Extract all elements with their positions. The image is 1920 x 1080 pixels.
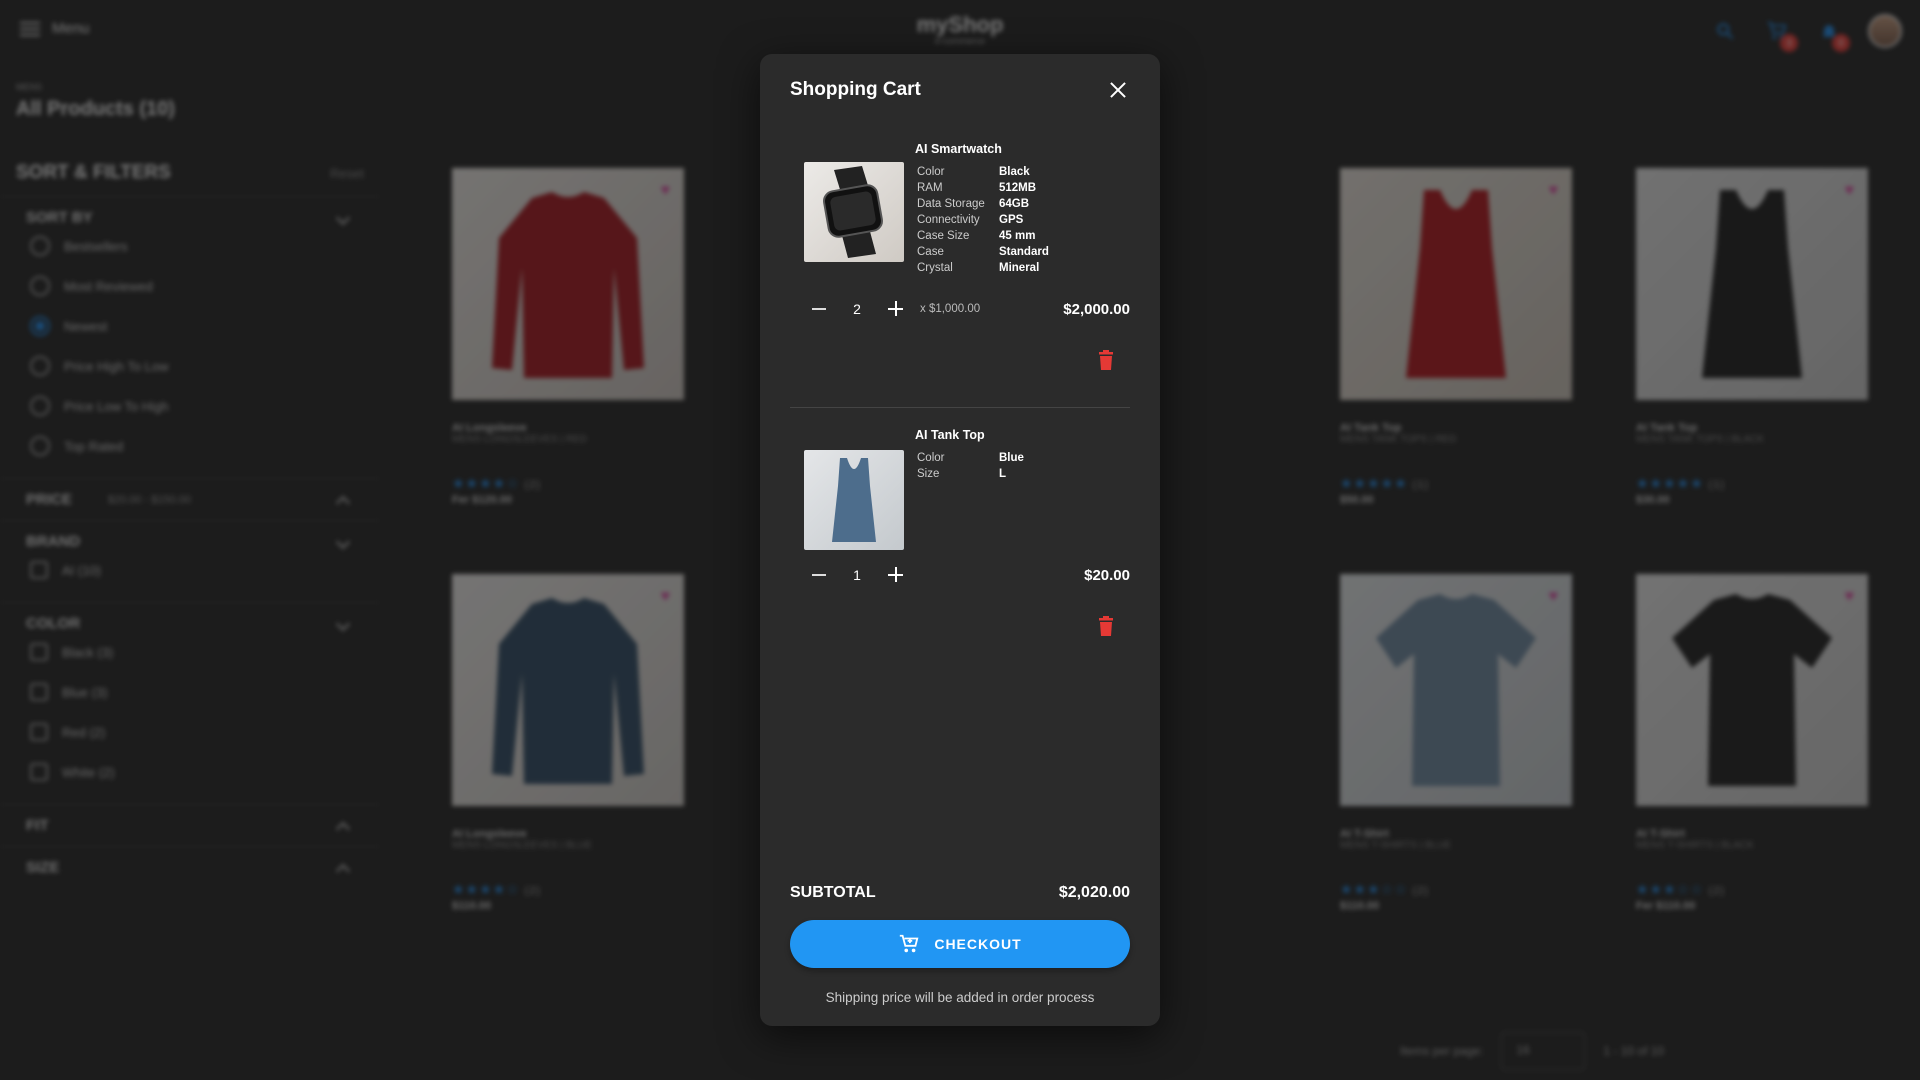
decrease-quantity-button[interactable]	[804, 294, 834, 324]
delete-trash-icon[interactable]	[1098, 616, 1114, 636]
spec-row: Size L	[917, 466, 1024, 482]
cart-item: AI Tank Top Color Blue Size L 1 $20.00	[790, 428, 1130, 636]
spec-value: L	[999, 468, 1007, 480]
spec-row: Crystal Mineral	[917, 260, 1049, 276]
line-total: $20.00	[1084, 566, 1130, 584]
quantity-stepper: 2 x $1,000.00 $2,000.00	[804, 294, 1130, 324]
checkout-button[interactable]: CHECKOUT	[790, 920, 1130, 968]
delete-trash-icon[interactable]	[1098, 350, 1114, 370]
spec-row: Color Blue	[917, 450, 1024, 466]
decrease-quantity-button[interactable]	[804, 560, 834, 590]
shipping-note: Shipping price will be added in order pr…	[825, 990, 1095, 1005]
cart-item-name: AI Smartwatch	[915, 142, 1002, 156]
subtotal-label: SUBTOTAL	[790, 884, 876, 901]
subtotal-value: $2,020.00	[1058, 884, 1130, 901]
spec-row: Color Black	[917, 164, 1049, 180]
cart-item-name: AI Tank Top	[915, 428, 985, 442]
spec-key: Size	[917, 468, 940, 480]
increase-quantity-button[interactable]	[880, 294, 910, 324]
spec-key: Crystal	[917, 262, 953, 274]
spec-key: Connectivity	[917, 214, 980, 226]
quantity-value: 2	[853, 301, 861, 317]
increase-quantity-button[interactable]	[880, 560, 910, 590]
cart-item-specs: Color Black RAM 512MB Data Storage 64GB Con…	[917, 164, 1049, 276]
spec-key: Color	[917, 166, 945, 178]
checkout-label: CHECKOUT	[934, 936, 1022, 952]
spec-value: 45 mm	[999, 230, 1036, 242]
spec-row: Case Size 45 mm	[917, 228, 1049, 244]
spec-row: Data Storage 64GB	[917, 196, 1049, 212]
spec-row: Case Standard	[917, 244, 1049, 260]
spec-value: Standard	[999, 246, 1049, 258]
quantity-stepper: 1 $20.00	[804, 560, 1130, 590]
unit-price: x $1,000.00	[920, 303, 981, 315]
subtotal-row: SUBTOTAL $2,020.00	[790, 884, 1130, 902]
spec-key: Color	[917, 452, 945, 464]
smartwatch-image	[823, 166, 883, 258]
spec-row: RAM 512MB	[917, 180, 1049, 196]
spec-value: Black	[999, 166, 1030, 178]
product-thumbnail	[804, 450, 904, 550]
spec-key: RAM	[917, 182, 943, 194]
line-total: $2,000.00	[1063, 300, 1130, 318]
close-icon[interactable]	[1106, 78, 1130, 102]
spec-value: GPS	[999, 214, 1024, 226]
spec-key: Data Storage	[917, 198, 985, 210]
cart-header: Shopping Cart	[790, 78, 1130, 102]
tanktop-image	[832, 458, 876, 542]
spec-value: 512MB	[999, 182, 1037, 194]
product-thumbnail	[804, 162, 904, 262]
shopping-cart-dialog: Shopping Cart AI Smartwatch Color Black R…	[760, 54, 1160, 1026]
spec-row: Connectivity GPS	[917, 212, 1049, 228]
item-divider	[790, 407, 1130, 408]
cart-title: Shopping Cart	[790, 79, 921, 100]
spec-key: Case	[917, 246, 944, 258]
quantity-value: 1	[853, 567, 861, 583]
spec-value: 64GB	[999, 198, 1030, 210]
cart-item: AI Smartwatch Color Black RAM 512MB Data S…	[790, 142, 1130, 432]
spec-value: Mineral	[999, 262, 1040, 274]
spec-value: Blue	[999, 452, 1024, 464]
cart-item-specs: Color Blue Size L	[917, 450, 1024, 482]
add-shopping-cart-icon	[900, 934, 919, 953]
spec-key: Case Size	[917, 230, 970, 242]
